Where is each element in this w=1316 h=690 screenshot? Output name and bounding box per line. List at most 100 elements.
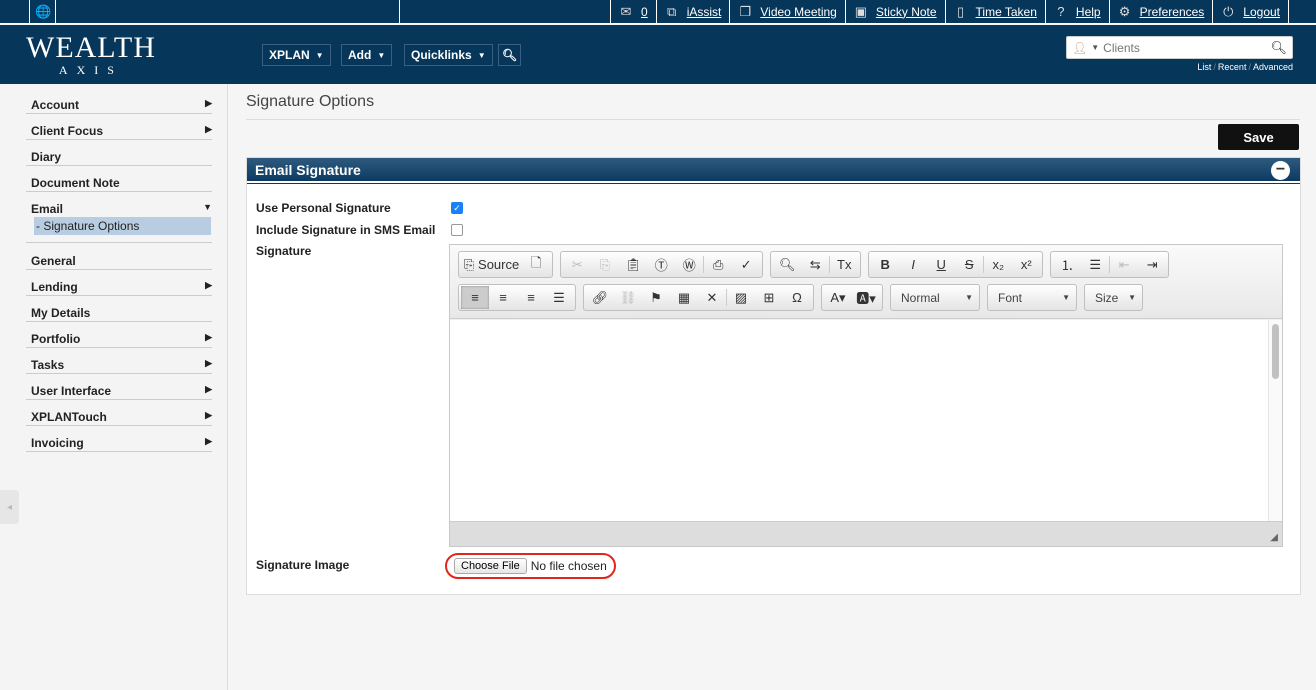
wealth-axis-logo[interactable]: WEALTH AXIS <box>26 33 156 78</box>
topbar-iassist[interactable]: ⧉ iAssist <box>657 0 731 23</box>
sidebar-item-lending[interactable]: Lending ▶ <box>26 270 212 296</box>
signature-editor-content[interactable] <box>450 320 1268 522</box>
size-dropdown[interactable]: Size ▼ <box>1084 284 1143 311</box>
unlink-icon[interactable]: ⛓ <box>614 286 642 309</box>
collapse-icon[interactable]: − <box>1271 161 1290 180</box>
resize-handle-icon[interactable]: ◢ <box>1270 532 1278 543</box>
sticky-note-icon: ▣ <box>854 3 867 19</box>
topbar-sticky-note[interactable]: ▣ Sticky Note <box>846 0 946 23</box>
special-char-icon[interactable]: Ω <box>783 286 811 309</box>
power-icon: ⏻ <box>1223 3 1234 19</box>
add-menu[interactable]: Add ▼ <box>341 44 393 66</box>
remove-format-icon[interactable]: Tx <box>830 253 858 276</box>
search-list-button[interactable]: 🔍︎ <box>498 44 522 66</box>
email-signature-panel: Email Signature − Use Personal Signature … <box>246 157 1301 595</box>
mail-link[interactable]: ✉ 0 <box>611 0 657 23</box>
new-page-icon[interactable]: 🗋 <box>522 253 550 276</box>
sidebar-item-account[interactable]: Account ▶ <box>26 88 212 114</box>
topbar-help[interactable]: ? Help <box>1046 0 1110 23</box>
sidebar-item-document-note[interactable]: Document Note <box>26 166 212 192</box>
topbar-logout[interactable]: ⏻ Logout <box>1213 0 1289 23</box>
outdent-icon[interactable]: ⇤ <box>1110 253 1138 276</box>
advanced-link[interactable]: Advanced <box>1253 62 1293 72</box>
find-icon[interactable]: 🔍︎ <box>773 253 801 276</box>
print-icon[interactable]: ⎙ <box>704 253 732 276</box>
copy-icon[interactable]: ⎘ <box>591 253 619 276</box>
choose-file-button[interactable]: Choose File <box>454 558 527 574</box>
search-icon[interactable]: 🔍︎ <box>1270 40 1287 56</box>
caret-down-icon[interactable]: ▼ <box>1091 43 1099 52</box>
search-list-icon: 🔍︎ <box>502 48 518 62</box>
replace-icon[interactable]: ⇆ <box>801 253 829 276</box>
paste-text-icon[interactable]: Ⓣ <box>647 253 675 276</box>
strikethrough-icon[interactable]: S <box>955 253 983 276</box>
xplan-menu[interactable]: XPLAN ▼ <box>262 44 331 66</box>
spellcheck-icon[interactable]: ✓ <box>732 253 760 276</box>
cut-table-icon[interactable]: ✕ <box>698 286 726 309</box>
sidebar-item-client-focus[interactable]: Client Focus ▶ <box>26 114 212 140</box>
time-taken-icon: ▯ <box>956 3 965 19</box>
topbar-time-taken[interactable]: ▯ Time Taken <box>946 0 1046 23</box>
align-center-icon[interactable]: ≡ <box>489 286 517 309</box>
subscript-icon[interactable]: x₂ <box>984 253 1012 276</box>
bold-icon[interactable]: B <box>871 253 899 276</box>
align-right-icon[interactable]: ≡ <box>517 286 545 309</box>
sidebar-item-my-details[interactable]: My Details <box>26 296 212 322</box>
numbered-list-icon[interactable]: ⒈ <box>1053 253 1081 276</box>
sidebar-item-signature-options[interactable]: - Signature Options <box>34 217 211 235</box>
text-color-icon[interactable]: A▾ <box>824 286 852 309</box>
paste-word-icon[interactable]: Ⓦ <box>675 253 703 276</box>
sidebar-item-portfolio[interactable]: Portfolio ▶ <box>26 322 212 348</box>
cut-icon[interactable]: ✂ <box>563 253 591 276</box>
underline-icon[interactable]: U <box>927 253 955 276</box>
sidebar-item-email[interactable]: Email ▼ <box>26 192 212 218</box>
source-button[interactable]: ⎘ Source <box>461 253 522 276</box>
client-search-input[interactable] <box>1103 40 1267 55</box>
sidebar-item-user-interface[interactable]: User Interface ▶ <box>26 374 212 400</box>
use-personal-signature-checkbox[interactable]: ✓ <box>451 202 463 214</box>
indent-icon[interactable]: ⇥ <box>1138 253 1166 276</box>
sidebar-item-invoicing[interactable]: Invoicing ▶ <box>26 426 212 452</box>
sidebar-collapse-handle[interactable]: ◂ <box>0 490 19 524</box>
list-link[interactable]: List <box>1197 62 1211 72</box>
sidebar-item-xplantouch[interactable]: XPLANTouch ▶ <box>26 400 212 426</box>
paste-icon[interactable]: 📋︎ <box>619 253 647 276</box>
superscript-icon[interactable]: x² <box>1012 253 1040 276</box>
bulleted-list-icon[interactable]: ☰ <box>1081 253 1109 276</box>
preferences-link[interactable]: Preferences <box>1140 5 1205 19</box>
topbar-video-meeting[interactable]: ❐ Video Meeting <box>730 0 846 23</box>
caret-right-icon: ▶ <box>205 384 212 394</box>
video-meeting-link[interactable]: Video Meeting <box>760 5 837 19</box>
help-link[interactable]: Help <box>1076 5 1101 19</box>
globe-icon[interactable]: 🌐 <box>30 0 56 23</box>
background-color-icon[interactable]: 🅰▾ <box>852 286 880 309</box>
sidebar-item-general[interactable]: General <box>26 244 212 270</box>
user-icon[interactable]: 👤︎ <box>1072 41 1087 55</box>
save-button[interactable]: Save <box>1218 124 1299 150</box>
file-status: No file chosen <box>530 559 607 573</box>
format-dropdown[interactable]: Normal ▼ <box>890 284 980 311</box>
mail-count[interactable]: 0 <box>641 5 648 19</box>
image-icon[interactable]: ▨ <box>727 286 755 309</box>
iframe-icon[interactable]: ▦ <box>670 286 698 309</box>
justify-icon[interactable]: ☰ <box>545 286 573 309</box>
caret-right-icon: ▶ <box>205 98 212 108</box>
link-icon[interactable]: 🔗︎ <box>586 286 614 309</box>
editor-scrollbar[interactable] <box>1268 320 1282 522</box>
anchor-icon[interactable]: ⚑ <box>642 286 670 309</box>
font-dropdown[interactable]: Font ▼ <box>987 284 1077 311</box>
include-sms-signature-checkbox[interactable] <box>451 224 463 236</box>
table-icon[interactable]: ⊞ <box>755 286 783 309</box>
topbar-preferences[interactable]: ⚙ Preferences <box>1110 0 1214 23</box>
italic-icon[interactable]: I <box>899 253 927 276</box>
caret-down-icon: ▼ <box>965 293 973 302</box>
sticky-note-link[interactable]: Sticky Note <box>876 5 937 19</box>
recent-link[interactable]: Recent <box>1218 62 1247 72</box>
sidebar-item-tasks[interactable]: Tasks ▶ <box>26 348 212 374</box>
align-left-icon[interactable]: ≡ <box>461 286 489 309</box>
quicklinks-menu[interactable]: Quicklinks ▼ <box>404 44 493 66</box>
sidebar-item-diary[interactable]: Diary <box>26 140 212 166</box>
time-taken-link[interactable]: Time Taken <box>976 5 1037 19</box>
iassist-link[interactable]: iAssist <box>687 5 722 19</box>
logout-link[interactable]: Logout <box>1243 5 1280 19</box>
